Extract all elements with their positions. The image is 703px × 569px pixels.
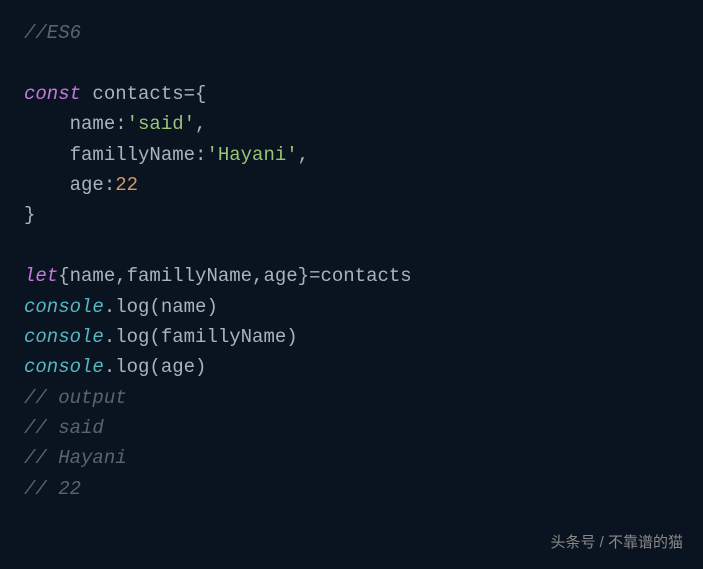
- log-age: .log(age): [104, 356, 207, 378]
- assign: =contacts: [309, 265, 412, 287]
- comment-hayani: // Hayani: [24, 447, 127, 469]
- code-line-13: // output: [24, 383, 679, 413]
- console: console: [24, 296, 104, 318]
- code-line-11: console.log(famillyName): [24, 322, 679, 352]
- destructure: {name,famillyName,age}: [58, 265, 309, 287]
- indent: [24, 144, 70, 166]
- code-line-7: }: [24, 200, 679, 230]
- string-hayani: 'Hayani': [206, 144, 297, 166]
- comma: ,: [195, 113, 206, 135]
- indent: [24, 113, 70, 135]
- code-line-9: let{name,famillyName,age}=contacts: [24, 261, 679, 291]
- code-line-4: name:'said',: [24, 109, 679, 139]
- console: console: [24, 326, 104, 348]
- string-said: 'said': [127, 113, 195, 135]
- prop-name: name: [70, 113, 116, 135]
- log-name: .log(name): [104, 296, 218, 318]
- code-line-3: const contacts={: [24, 79, 679, 109]
- comment-output: // output: [24, 387, 127, 409]
- comment: //ES6: [24, 22, 81, 44]
- punct: ={: [184, 83, 207, 105]
- close-brace: }: [24, 204, 35, 226]
- code-line-5: famillyName:'Hayani',: [24, 140, 679, 170]
- colon: :: [195, 144, 206, 166]
- prop-famillyname: famillyName: [70, 144, 195, 166]
- prop-age: age: [70, 174, 104, 196]
- code-line-8: [24, 231, 679, 261]
- comment-said: // said: [24, 417, 104, 439]
- var-contacts: contacts: [81, 83, 184, 105]
- code-line-1: //ES6: [24, 18, 679, 48]
- colon: :: [104, 174, 115, 196]
- keyword-const: const: [24, 83, 81, 105]
- log-famillyname: .log(famillyName): [104, 326, 298, 348]
- keyword-let: let: [24, 265, 58, 287]
- code-line-16: // 22: [24, 474, 679, 504]
- indent: [24, 174, 70, 196]
- code-line-6: age:22: [24, 170, 679, 200]
- watermark: 头条号 / 不靠谱的猫: [550, 531, 683, 555]
- comment-22: // 22: [24, 478, 81, 500]
- code-line-2: [24, 48, 679, 78]
- number-22: 22: [115, 174, 138, 196]
- colon: :: [115, 113, 126, 135]
- console: console: [24, 356, 104, 378]
- code-line-15: // Hayani: [24, 443, 679, 473]
- comma: ,: [298, 144, 309, 166]
- code-line-10: console.log(name): [24, 292, 679, 322]
- code-line-12: console.log(age): [24, 352, 679, 382]
- code-line-14: // said: [24, 413, 679, 443]
